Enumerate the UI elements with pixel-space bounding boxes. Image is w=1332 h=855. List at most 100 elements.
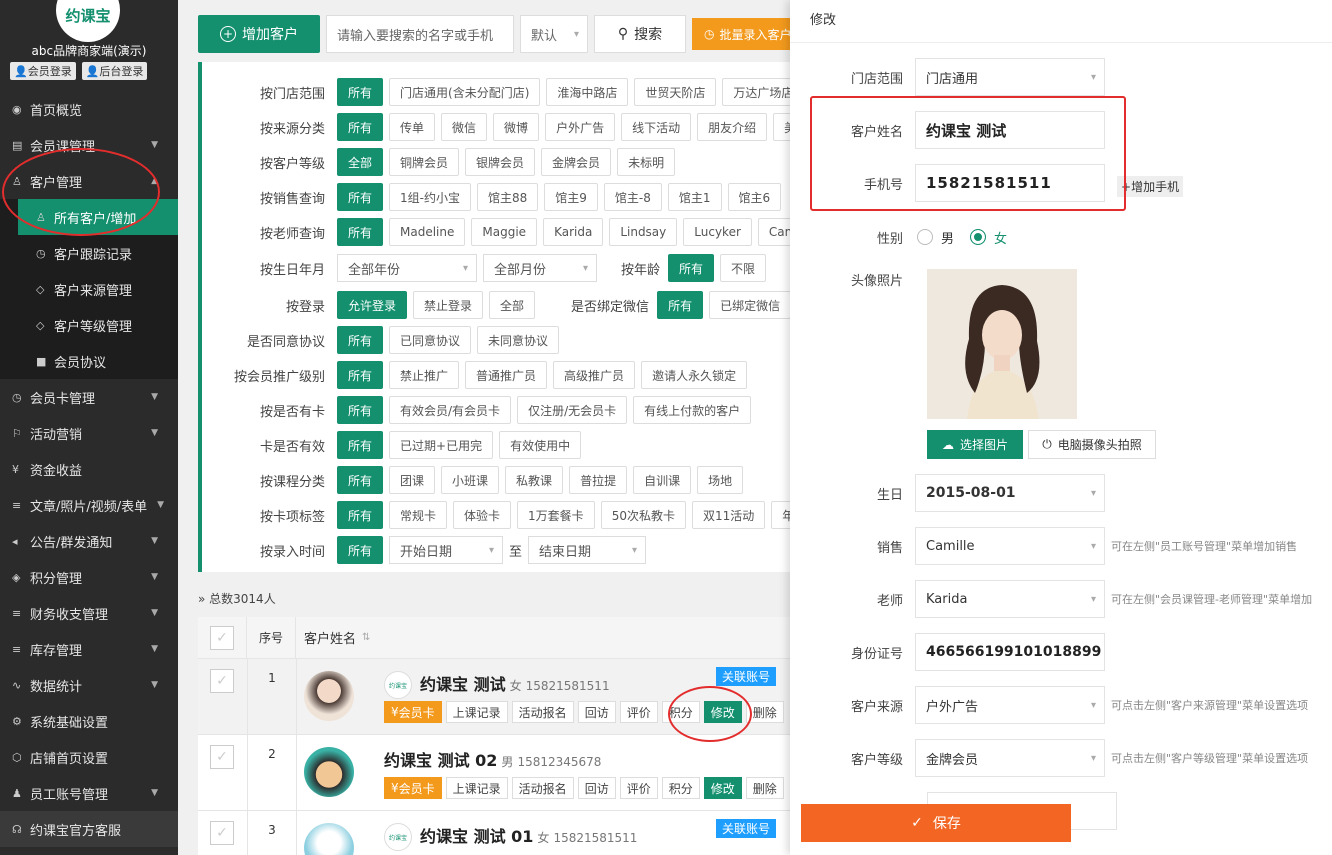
card-button[interactable]: ¥ 会员卡 (384, 701, 442, 723)
chip[interactable]: Madeline (389, 218, 466, 246)
chip[interactable]: 朋友介绍 (697, 113, 768, 141)
chip[interactable]: 双11活动 (691, 501, 766, 529)
customer-name[interactable]: 约课宝 测试女 15821581511 (420, 671, 610, 695)
camera-photo-button[interactable]: ⏻ 电脑摄像头拍照 (1028, 430, 1156, 459)
chip[interactable]: 所有 (337, 183, 384, 211)
teacher-select[interactable]: Karida (915, 580, 1105, 618)
chip[interactable]: 所有 (668, 254, 715, 282)
chip[interactable]: Karida (543, 218, 604, 246)
chip[interactable]: 金牌会员 (541, 148, 612, 176)
edit-button[interactable]: 修改 (703, 777, 742, 799)
chip[interactable]: Lindsay (609, 218, 678, 246)
month-select[interactable]: 全部月份 (483, 254, 597, 282)
chip[interactable]: 所有 (337, 466, 384, 494)
chip[interactable]: 所有 (337, 78, 384, 106)
logo[interactable]: 约课宝 (56, 0, 120, 42)
chip[interactable]: 未同意协议 (477, 326, 560, 354)
chip[interactable]: Lucyker (683, 218, 752, 246)
chip[interactable]: 1组-约小宝 (389, 183, 471, 211)
id-input[interactable]: 466566199101018899 (915, 633, 1105, 671)
sidebar-item-level[interactable]: ◇ 客户等级管理 (18, 307, 178, 343)
rate-button[interactable]: 评价 (619, 777, 658, 799)
table-row[interactable]: ✓ 3 约课宝 约课宝 测试 01 女 15821581511 关联账号 (198, 811, 790, 855)
select-all-checkbox[interactable]: ✓ (210, 625, 234, 650)
chip[interactable]: 有效会员/有会员卡 (389, 396, 512, 424)
row-checkbox[interactable]: ✓ (210, 669, 234, 693)
sort-select[interactable]: 默认 (520, 15, 588, 53)
sidebar-item-home[interactable]: ◉ 首页概览 (0, 91, 178, 127)
chip[interactable]: 所有 (337, 361, 384, 389)
chip[interactable]: 有线上付款的客户 (633, 396, 752, 424)
chip[interactable]: 所有 (337, 431, 384, 459)
table-row[interactable]: ✓ 2 约课宝 测试 02 男 15812345678 ¥ 会员卡 上课记录 活动报名回… (198, 735, 790, 811)
chip[interactable]: 所有 (337, 396, 384, 424)
chip[interactable]: 全部 (489, 291, 536, 319)
chip[interactable]: Camille (757, 218, 790, 246)
row-checkbox[interactable]: ✓ (210, 745, 234, 769)
points-button[interactable]: 积分 (661, 777, 700, 799)
row-checkbox[interactable]: ✓ (210, 821, 234, 845)
rate-button[interactable]: 评价 (619, 701, 658, 723)
sidebar-item-inventory[interactable]: ≡ 库存管理 ▼ (0, 631, 178, 667)
chip[interactable]: 银牌会员 (465, 148, 536, 176)
chip[interactable]: 馆主1 (667, 183, 722, 211)
chip[interactable]: 所有 (657, 291, 704, 319)
chip[interactable]: 已同意协议 (389, 326, 472, 354)
delete-button[interactable]: 删除 (745, 777, 784, 799)
event-button[interactable]: 活动报名 (511, 777, 574, 799)
chip[interactable]: 小班课 (441, 466, 500, 494)
chip[interactable]: 普拉提 (569, 466, 628, 494)
chip[interactable]: 铜牌会员 (389, 148, 460, 176)
save-button[interactable]: ✓ 保存 (801, 804, 1071, 842)
record-button[interactable]: 上课记录 (445, 777, 508, 799)
chip[interactable]: 美 (773, 113, 790, 141)
chip[interactable]: 1万套餐卡 (517, 501, 595, 529)
sidebar-item-stats[interactable]: ∿ 数据统计 ▼ (0, 667, 178, 703)
col-name[interactable]: 客户姓名 ⇅ (296, 628, 370, 647)
add-customer-button[interactable]: + 增加客户 (198, 15, 320, 53)
customer-name[interactable]: 约课宝 测试 02 男 15812345678 (384, 747, 601, 771)
chip[interactable]: 所有 (337, 326, 384, 354)
sidebar-item-staff[interactable]: ♟ 员工账号管理 ▼ (0, 775, 178, 811)
chip[interactable]: 所有 (337, 218, 384, 246)
chip[interactable]: 已过期+已用完 (389, 431, 494, 459)
chip[interactable]: 50次私教卡 (600, 501, 686, 529)
record-button[interactable]: 上课记录 (445, 701, 508, 723)
year-select[interactable]: 全部年份 (337, 254, 477, 282)
gender-female-radio[interactable]: 女 (970, 228, 1007, 247)
chip[interactable]: 馆主9 (544, 183, 598, 211)
chip[interactable]: 线下活动 (621, 113, 692, 141)
chip[interactable]: 仅注册/无会员卡 (517, 396, 628, 424)
chip[interactable]: 普通推广员 (465, 361, 548, 389)
chip[interactable]: 体验卡 (453, 501, 512, 529)
chip[interactable]: 淮海中路店 (546, 78, 629, 106)
visit-button[interactable]: 回访 (577, 701, 616, 723)
chip[interactable]: 有效使用中 (499, 431, 582, 459)
chip[interactable]: 允许登录 (337, 291, 408, 319)
chip[interactable]: 户外广告 (545, 113, 616, 141)
birthday-select[interactable]: 2015-08-01 (915, 474, 1105, 512)
card-button[interactable]: ¥ 会员卡 (384, 777, 442, 799)
search-input[interactable]: 请输入要搜索的名字或手机 (326, 15, 514, 53)
customer-name[interactable]: 约课宝 测试 01 女 15821581511 (420, 823, 637, 847)
chip[interactable]: 场地 (697, 466, 744, 494)
sidebar-item-marketing[interactable]: ⚐ 活动营销 ▼ (0, 415, 178, 451)
gender-male-radio[interactable]: 男 (917, 228, 954, 247)
chip[interactable]: 馆主-8 (603, 183, 662, 211)
sidebar-item-shop[interactable]: ⬡ 店铺首页设置 (0, 739, 178, 775)
start-date-select[interactable]: 开始日期 (389, 536, 504, 564)
chip[interactable]: 自训课 (633, 466, 692, 494)
sales-select[interactable]: Camille (915, 527, 1105, 565)
sidebar-item-funds[interactable]: ¥ 资金收益 (0, 451, 178, 487)
chip[interactable]: 禁止登录 (413, 291, 484, 319)
visit-button[interactable]: 回访 (577, 777, 616, 799)
admin-login-button[interactable]: 👤后台登录 (81, 62, 148, 80)
batch-import-button[interactable]: ◷ 批量录入客户 (692, 18, 790, 50)
chip[interactable]: 门店通用(含未分配门店) (389, 78, 541, 106)
add-phone-button[interactable]: +增加手机 (1117, 175, 1184, 197)
sidebar-item-card[interactable]: ◷ 会员卡管理 ▼ (0, 379, 178, 415)
chip[interactable]: 年 (771, 501, 790, 529)
linked-account-badge[interactable]: 关联账号 (716, 819, 777, 838)
linked-account-badge[interactable]: 关联账号 (716, 667, 777, 686)
sidebar-item-finance[interactable]: ≡ 财务收支管理 ▼ (0, 595, 178, 631)
